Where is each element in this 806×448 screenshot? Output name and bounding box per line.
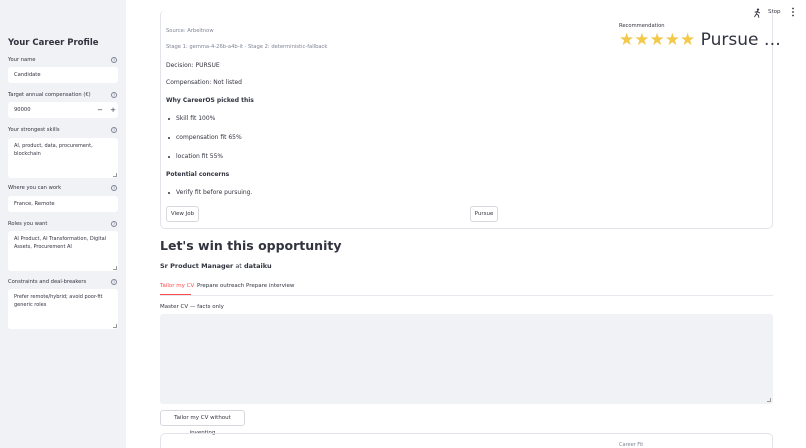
- skills-value[interactable]: AI, product, data, procurement, blockcha…: [14, 143, 93, 157]
- job-compensation: Compensation: Not listed: [166, 79, 242, 86]
- recommendation-text: Pursue …: [700, 30, 781, 50]
- compensation-number-input[interactable]: 90000 − +: [8, 102, 118, 118]
- next-card: [160, 433, 773, 448]
- tab-tailor-cv[interactable]: Tailor my CV: [160, 283, 194, 289]
- company-name: dataiku: [243, 262, 272, 270]
- active-tab-indicator: [160, 293, 191, 295]
- compensation-label: Target annual compensation (€): [8, 92, 91, 98]
- star-icon: ★: [619, 30, 635, 50]
- why-item: location fit 55%: [176, 153, 224, 160]
- star-icon: ★: [664, 30, 680, 50]
- help-icon[interactable]: ?: [111, 57, 117, 63]
- help-icon[interactable]: ?: [111, 185, 117, 191]
- star-icon: ★: [649, 30, 665, 50]
- resize-handle[interactable]: [113, 324, 117, 328]
- sidebar-title: Your Career Profile: [8, 38, 99, 48]
- compensation-value[interactable]: 90000: [14, 107, 31, 113]
- resize-handle[interactable]: [113, 173, 117, 177]
- help-icon[interactable]: ?: [111, 221, 117, 227]
- where-input[interactable]: France, Remote: [8, 196, 118, 212]
- resize-handle[interactable]: [113, 266, 117, 270]
- star-icon: ★: [680, 30, 696, 50]
- tab-prepare-interview[interactable]: Prepare interview: [246, 283, 294, 289]
- constraints-textarea[interactable]: Prefer remote/hybrid; avoid poor-fit gen…: [8, 289, 118, 329]
- decrement-button[interactable]: −: [95, 105, 105, 115]
- name-input[interactable]: Candidate: [8, 67, 118, 83]
- help-icon[interactable]: ?: [111, 127, 117, 133]
- why-item: Skill fit 100%: [176, 115, 216, 122]
- tab-divider: [160, 294, 773, 296]
- page-heading: Let's win this opportunity: [160, 238, 342, 253]
- role-at: at: [235, 262, 242, 270]
- role-line: Sr Product Manager at dataiku: [160, 262, 272, 270]
- role-title: Sr Product Manager: [160, 262, 234, 270]
- master-cv-textarea[interactable]: [160, 314, 773, 404]
- recommendation-label: Recommendation: [619, 23, 665, 29]
- roles-value[interactable]: AI Product, AI Transformation, Digital A…: [14, 236, 106, 250]
- recommendation-value: ★★★★★ Pursue …: [619, 30, 781, 50]
- skills-label: Your strongest skills: [8, 127, 60, 133]
- resize-handle[interactable]: [767, 398, 771, 402]
- next-card-label: Career Fit: [619, 442, 644, 448]
- skills-textarea[interactable]: AI, product, data, procurement, blockcha…: [8, 138, 118, 178]
- why-heading: Why CareerOS picked this: [166, 97, 254, 104]
- pursue-button[interactable]: Pursue: [470, 206, 498, 222]
- master-cv-label: Master CV — facts only: [160, 304, 224, 310]
- job-stages: Stage 1: gemma-4-26b-a4b-it · Stage 2: d…: [166, 44, 328, 50]
- help-icon[interactable]: ?: [111, 92, 117, 98]
- sidebar: Your Career Profile Your name ? Candidat…: [0, 0, 126, 448]
- concern-item: Verify fit before pursuing.: [176, 189, 253, 196]
- help-icon[interactable]: ?: [111, 279, 117, 285]
- tab-prepare-outreach[interactable]: Prepare outreach: [197, 283, 244, 289]
- job-source: Source: Arbeitnow: [166, 28, 214, 34]
- name-label: Your name: [8, 57, 36, 63]
- constraints-value[interactable]: Prefer remote/hybrid; avoid poor-fit gen…: [14, 294, 102, 308]
- roles-label: Roles you want: [8, 221, 48, 227]
- star-icon: ★: [634, 30, 650, 50]
- where-label: Where you can work: [8, 185, 62, 191]
- concerns-heading: Potential concerns: [166, 171, 230, 178]
- why-item: compensation fit 65%: [176, 134, 242, 141]
- roles-textarea[interactable]: AI Product, AI Transformation, Digital A…: [8, 231, 118, 271]
- kebab-menu-icon[interactable]: [790, 7, 796, 20]
- increment-button[interactable]: +: [108, 105, 118, 115]
- tailor-cv-button[interactable]: Tailor my CV without inventing: [160, 410, 245, 436]
- view-job-button[interactable]: View Job: [166, 206, 199, 222]
- job-decision: Decision: PURSUE: [166, 62, 220, 69]
- constraints-label: Constraints and deal-breakers: [8, 279, 87, 285]
